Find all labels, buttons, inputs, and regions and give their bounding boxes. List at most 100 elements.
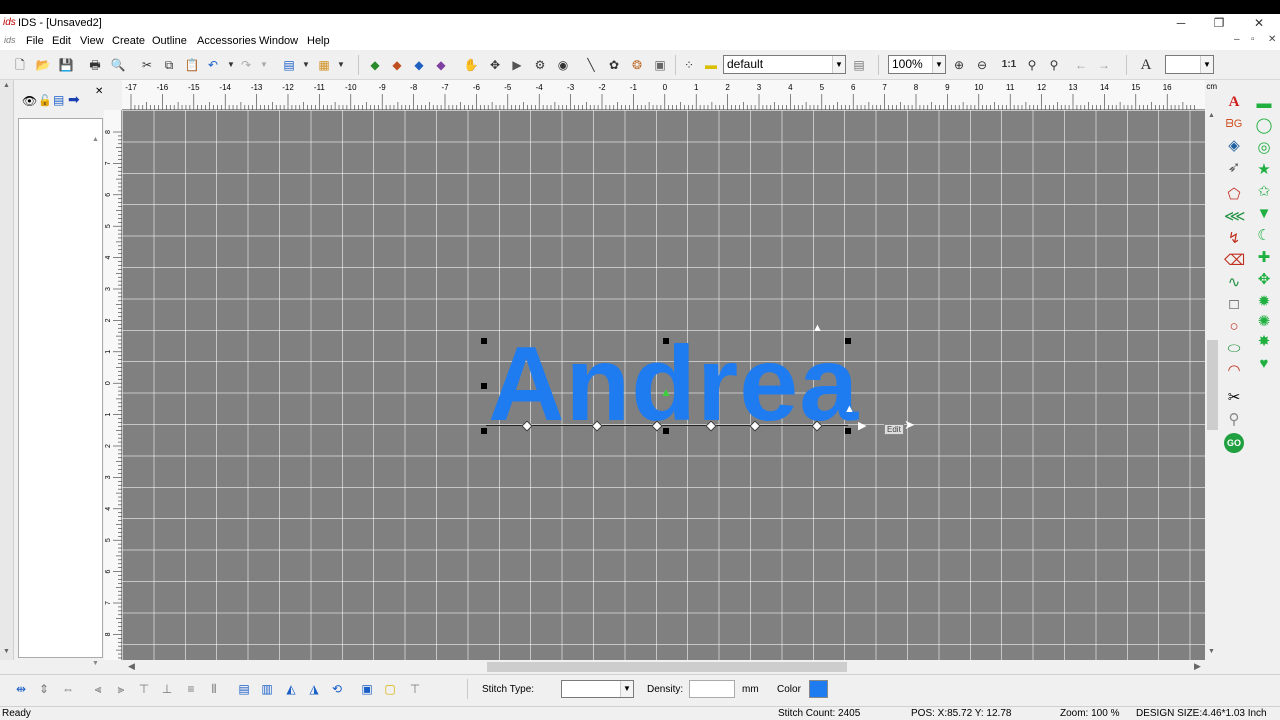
digitize-1-icon[interactable]: ◆ xyxy=(366,56,384,74)
zoom-out-icon[interactable]: ⊖ xyxy=(973,56,991,74)
zoom-fit-icon[interactable]: ⚲ xyxy=(1023,56,1041,74)
thread-icon[interactable]: ✿ xyxy=(605,56,623,74)
view-3d-icon[interactable]: ◉ xyxy=(554,56,572,74)
chevron-down-icon[interactable]: ▼ xyxy=(620,681,633,697)
maximize-button[interactable]: ❐ xyxy=(1204,15,1234,31)
chevron-down-icon[interactable]: ▼ xyxy=(1200,56,1213,73)
feather-tool-icon[interactable]: ➶ xyxy=(1224,158,1244,178)
selection-handle-bl[interactable] xyxy=(481,428,487,434)
menu-accessories[interactable]: Accessories xyxy=(197,35,256,47)
scroll-down-icon[interactable]: ▼ xyxy=(1208,648,1215,655)
arc-tool-icon[interactable]: ◠ xyxy=(1224,361,1244,381)
scroll-up-icon[interactable]: ▲ xyxy=(1208,112,1215,119)
embroidery-text-andrea[interactable]: Andrea xyxy=(488,331,859,437)
fit-height-icon[interactable]: ⇕ xyxy=(35,680,53,698)
horizontal-scrollbar[interactable]: ◀ ▶ xyxy=(122,660,1205,674)
menu-help[interactable]: Help xyxy=(307,35,330,47)
hoop-icon[interactable]: ❂ xyxy=(628,56,646,74)
hand-icon[interactable]: ✋ xyxy=(462,56,480,74)
moon-shape-icon[interactable]: ☾ xyxy=(1254,226,1274,246)
go-button[interactable]: GO xyxy=(1224,433,1244,453)
arrow-right-icon[interactable]: ➡ xyxy=(68,91,80,108)
zoom-all-icon[interactable]: ⚲ xyxy=(1045,56,1063,74)
density-input[interactable] xyxy=(689,680,735,698)
digitize-4-icon[interactable]: ◆ xyxy=(432,56,450,74)
spacing-handle-icon[interactable]: ▶ xyxy=(858,419,866,432)
spiral-shape-icon[interactable]: ◎ xyxy=(1254,138,1274,158)
applique-tool-icon[interactable]: ◈ xyxy=(1224,136,1244,156)
align-dropdown-icon[interactable]: ▼ xyxy=(297,56,315,74)
bezier-tool-icon[interactable]: ∿ xyxy=(1224,273,1244,293)
panel-scrollbar[interactable]: ▲ ▼ xyxy=(0,80,14,660)
mdi-close-button[interactable]: ✕ xyxy=(1268,34,1276,45)
redo-icon[interactable]: ↷ xyxy=(237,56,255,74)
mdi-minimize-button[interactable]: – xyxy=(1234,34,1240,45)
color-list-icon[interactable]: ▤ xyxy=(850,56,868,74)
redo-dropdown-icon[interactable]: ▼ xyxy=(255,56,273,74)
align-top-icon[interactable]: ⊤ xyxy=(135,680,153,698)
distribute-icon[interactable]: ▦ xyxy=(315,56,333,74)
stitch-type-select[interactable]: ▼ xyxy=(561,680,634,698)
slow-redraw-icon[interactable]: ⚙ xyxy=(531,56,549,74)
filled-rect-shape-icon[interactable]: ▬ xyxy=(1254,94,1274,114)
color-swatch[interactable] xyxy=(809,680,828,698)
fit-width-icon[interactable]: ⇹ xyxy=(12,680,30,698)
eraser-tool-icon[interactable]: ⌫ xyxy=(1224,251,1245,271)
design-canvas[interactable]: Andrea ▲ ▲ ▶ ▲ Edit ➤ xyxy=(122,110,1205,660)
color-table-select[interactable]: default ▼ xyxy=(723,55,846,74)
font-icon[interactable]: A xyxy=(1137,56,1155,74)
menu-edit[interactable]: Edit xyxy=(52,35,71,47)
copy-icon[interactable]: ⧉ xyxy=(160,56,178,74)
knife-tool-icon[interactable]: ✂ xyxy=(1224,388,1244,408)
open-icon[interactable]: 📂 xyxy=(34,56,52,74)
align-bottom-icon[interactable]: ⊥ xyxy=(158,680,176,698)
rotate-icon[interactable]: ⟲ xyxy=(328,680,346,698)
needle-icon[interactable]: ╲ xyxy=(582,56,600,74)
ring-shape-icon[interactable]: ◯ xyxy=(1254,116,1274,136)
lock-icon[interactable]: 🔓 xyxy=(38,94,52,107)
minimize-button[interactable]: ─ xyxy=(1166,15,1196,31)
close-button[interactable]: ✕ xyxy=(1244,15,1274,31)
group-icon[interactable]: ▣ xyxy=(358,680,376,698)
rotate-handle-icon[interactable]: ▲ xyxy=(812,322,823,334)
fill-tool-icon[interactable]: ⬠ xyxy=(1224,185,1244,205)
mdi-restore-button[interactable]: ▫ xyxy=(1251,34,1255,45)
menu-create[interactable]: Create xyxy=(112,35,145,47)
vertical-scrollbar[interactable]: ▲ ▼ xyxy=(1205,110,1220,660)
ungroup-icon[interactable]: ▢ xyxy=(381,680,399,698)
menu-outline[interactable]: Outline xyxy=(152,35,187,47)
zoom-select[interactable]: 100% ▼ xyxy=(888,55,946,74)
chevron-down-icon[interactable]: ▼ xyxy=(932,56,945,73)
align-left-icon[interactable]: ⫷ xyxy=(89,680,107,698)
digitize-2-icon[interactable]: ◆ xyxy=(388,56,406,74)
height-handle-icon[interactable]: ▲ xyxy=(844,403,855,415)
close-icon[interactable]: ✕ xyxy=(95,86,103,97)
ruler-icon[interactable]: ▬ xyxy=(702,56,720,74)
v-scroll-thumb[interactable] xyxy=(1207,340,1218,430)
monogram-tool-icon[interactable]: ᗷG xyxy=(1224,114,1244,134)
h-scroll-thumb[interactable] xyxy=(487,662,847,672)
zoom-1to1-icon[interactable]: 1:1 xyxy=(1000,56,1018,74)
distribute-dropdown-icon[interactable]: ▼ xyxy=(332,56,350,74)
align-right-icon[interactable]: ⫸ xyxy=(112,680,130,698)
arrows-shape-icon[interactable]: ✥ xyxy=(1254,270,1274,290)
list-scroll-down-icon[interactable]: ▼ xyxy=(92,660,99,667)
zoom-in-icon[interactable]: ⊕ xyxy=(950,56,968,74)
rectangle-tool-icon[interactable]: □ xyxy=(1224,295,1244,315)
play-icon[interactable]: ▶ xyxy=(508,56,526,74)
list-scroll-up-icon[interactable]: ▲ xyxy=(92,136,99,143)
space-v-icon[interactable]: ▤ xyxy=(235,680,253,698)
mirror-h-icon[interactable]: ◭ xyxy=(282,680,300,698)
ellipse-tool-icon[interactable]: ⬭ xyxy=(1224,339,1244,359)
mirror-v-icon[interactable]: ◮ xyxy=(305,680,323,698)
space-h-icon[interactable]: ▥ xyxy=(258,680,276,698)
center-v-icon[interactable]: ≡ xyxy=(182,680,200,698)
text-tool-icon[interactable]: A xyxy=(1224,92,1244,112)
list-icon[interactable]: ▤ xyxy=(53,93,64,107)
eye-icon[interactable]: 👁 xyxy=(22,94,37,108)
forward-arrow-icon[interactable]: → xyxy=(1095,56,1113,74)
machine-icon[interactable]: ▣ xyxy=(651,56,669,74)
selection-handle-tl[interactable] xyxy=(481,338,487,344)
circle-tool-icon[interactable]: ○ xyxy=(1224,317,1244,337)
undo-icon[interactable]: ↶ xyxy=(204,56,222,74)
